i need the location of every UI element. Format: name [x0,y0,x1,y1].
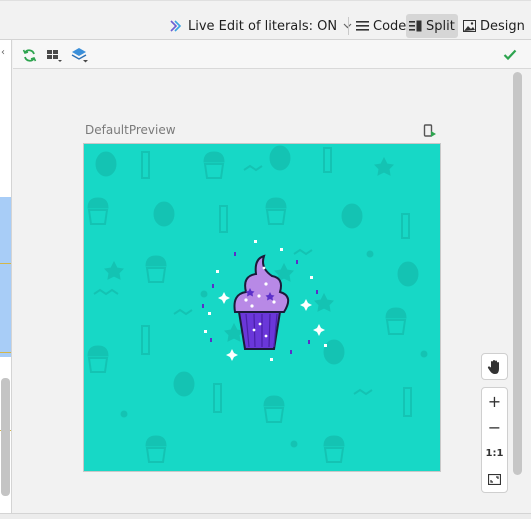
live-edit-label: Live Edit of literals: ON [188,18,338,34]
toolbar-separator [348,17,349,35]
zoom-in-button[interactable]: + [482,389,507,414]
device-layout-icon [47,49,62,62]
preview-name: DefaultPreview [85,123,176,137]
editor-selection-highlight [0,197,11,357]
compose-preview[interactable] [83,143,441,472]
status-bar-edge [0,513,531,519]
editor-scrollbar[interactable] [1,378,10,496]
split-mode-label: Split [426,18,455,34]
chevron-left-icon[interactable]: ‹ [1,47,5,58]
zoom-out-button[interactable]: − [482,415,507,440]
refresh-icon [22,48,36,62]
zoom-to-fit-button[interactable] [482,467,507,492]
design-view-icon [463,20,476,32]
zoom-actual-size-button[interactable]: 1:1 [482,441,507,466]
status-ok[interactable] [501,46,519,64]
preview-toolbar [13,40,531,69]
deploy-to-device-icon [423,124,436,137]
layers-icon [71,48,88,63]
zoom-to-fit-icon [488,474,501,485]
check-icon [503,49,517,61]
refresh-button[interactable] [20,46,38,64]
hand-pan-icon [487,359,499,374]
editor-marker [0,352,11,353]
device-layout-button[interactable] [46,46,64,64]
layers-button[interactable] [71,46,89,64]
pan-tool-button[interactable] [481,353,508,380]
code-mode-button[interactable]: Code [353,14,409,38]
design-mode-button[interactable]: Design [460,14,528,38]
code-view-icon [356,21,369,31]
live-edit-icon [170,20,182,32]
split-view-icon [409,20,422,32]
code-mode-label: Code [373,18,407,34]
canvas-scrollbar[interactable] [513,72,522,475]
design-mode-label: Design [480,18,525,34]
deploy-preview-button[interactable] [423,123,437,142]
editor-marker [0,263,11,264]
split-mode-button[interactable]: Split [406,14,458,38]
live-edit-toggle[interactable]: Live Edit of literals: ON [170,14,356,38]
zoom-controls: + − 1:1 [481,387,508,493]
top-toolbar: Live Edit of literals: ON Code Split Des… [0,0,531,40]
